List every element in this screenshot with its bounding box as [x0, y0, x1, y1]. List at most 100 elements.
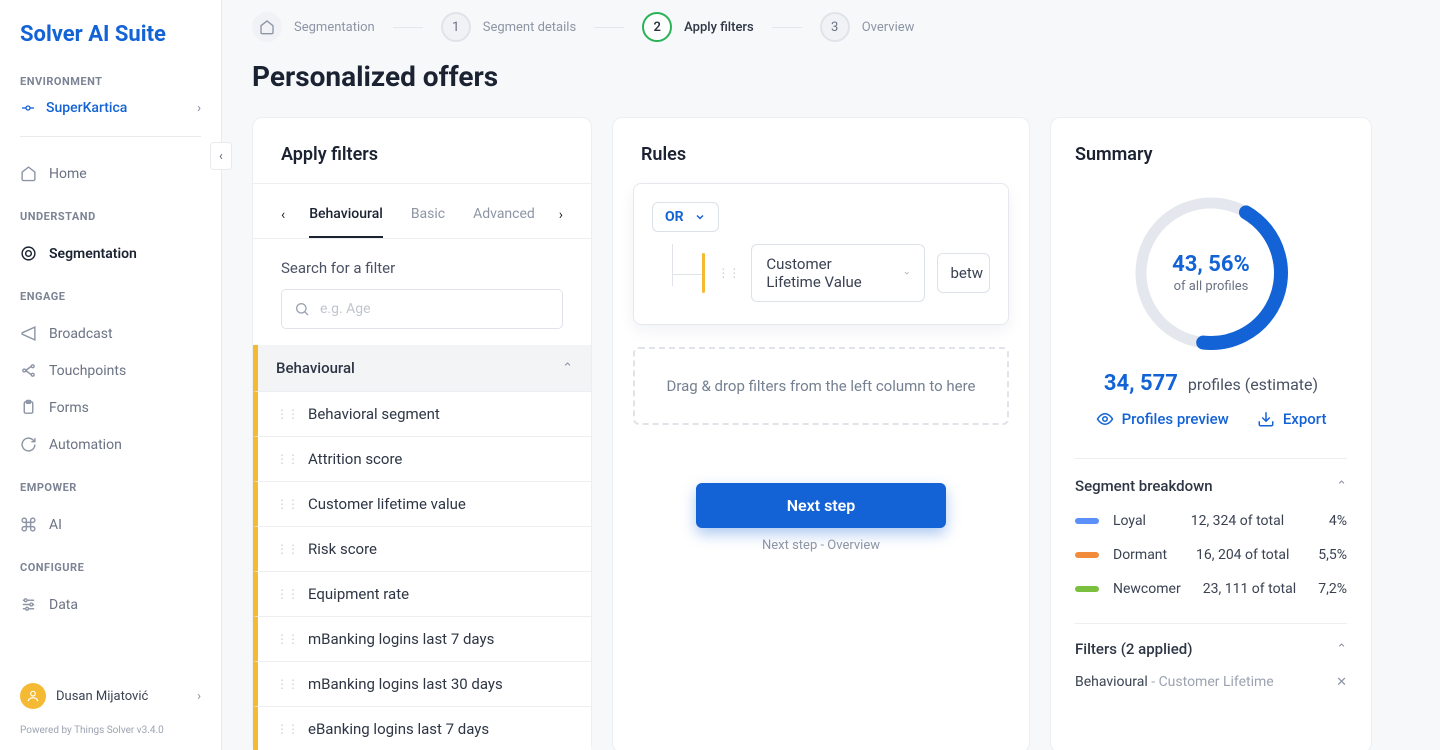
drag-handle-icon: ⋮⋮: [276, 587, 298, 601]
gauge-chart: 43, 56% of all profiles: [1131, 193, 1291, 353]
environment-select[interactable]: SuperKartica ›: [20, 100, 201, 137]
applied-filter-row: Behavioural - Customer Lifetime ✕: [1075, 674, 1347, 690]
filter-item[interactable]: ⋮⋮Attrition score: [253, 437, 591, 482]
sidebar-item-automation[interactable]: Automation: [20, 426, 201, 463]
powered-by: Powered by Things Solver v3.4.0: [20, 725, 201, 736]
configure-label: CONFIGURE: [20, 561, 201, 574]
legend-swatch: [1075, 518, 1099, 524]
tree-line: [672, 274, 702, 275]
tree-line: [672, 244, 673, 286]
command-icon: [20, 516, 37, 533]
sidebar-item-home[interactable]: Home: [20, 155, 201, 192]
git-commit-icon: [20, 100, 36, 116]
user-menu[interactable]: Dusan Mijatović ›: [20, 683, 201, 709]
chevron-up-icon: ⌃: [1336, 642, 1347, 657]
stepper-divider: [772, 27, 802, 28]
export-button[interactable]: Export: [1257, 410, 1327, 428]
filter-item[interactable]: ⋮⋮mBanking logins last 7 days: [253, 617, 591, 662]
refresh-icon: [20, 436, 37, 453]
breadcrumb-stepper: Segmentation 1 Segment details 2 Apply f…: [252, 12, 1410, 42]
main-content: Segmentation 1 Segment details 2 Apply f…: [222, 0, 1440, 750]
drag-handle-icon: ⋮⋮: [276, 497, 298, 511]
chevron-down-icon: [694, 211, 706, 223]
legend-swatch: [1075, 586, 1099, 592]
drag-handle-icon: ⋮⋮: [276, 452, 298, 466]
segment-breakdown-toggle[interactable]: Segment breakdown ⌃: [1075, 458, 1347, 495]
logic-operator-select[interactable]: OR: [652, 202, 719, 232]
apply-filters-panel: Apply filters ‹ Behavioural Basic Advanc…: [252, 117, 592, 750]
filter-item[interactable]: ⋮⋮Customer lifetime value: [253, 482, 591, 527]
drag-handle-icon: ⋮⋮: [276, 632, 298, 646]
gauge-percent: 43, 56%: [1172, 252, 1250, 277]
home-icon: [20, 165, 37, 182]
megaphone-icon: [20, 325, 37, 342]
page-title: Personalized offers: [252, 60, 1410, 93]
sidebar-item-touchpoints[interactable]: Touchpoints: [20, 352, 201, 389]
rule-accent: [702, 253, 705, 293]
engage-label: ENGAGE: [20, 290, 201, 303]
drag-handle-icon: ⋮⋮: [276, 407, 298, 421]
environment-value: SuperKartica: [46, 100, 127, 116]
filter-item[interactable]: ⋮⋮Equipment rate: [253, 572, 591, 617]
filter-group-behavioural[interactable]: Behavioural ⌃: [253, 345, 591, 392]
sidebar-item-segmentation[interactable]: Segmentation: [20, 235, 201, 272]
brand-title: Solver AI Suite: [20, 22, 201, 47]
rules-panel: Rules OR ⋮⋮ Customer Lifeti: [612, 117, 1030, 750]
filter-item[interactable]: ⋮⋮mBanking logins last 30 days: [253, 662, 591, 707]
gauge-sublabel: of all profiles: [1174, 279, 1249, 294]
eye-icon: [1096, 410, 1114, 428]
drag-handle-icon: ⋮⋮: [276, 677, 298, 691]
next-step-hint: Next step - Overview: [633, 538, 1009, 553]
download-icon: [1257, 410, 1275, 428]
sidebar-item-broadcast[interactable]: Broadcast: [20, 315, 201, 352]
profiles-preview-button[interactable]: Profiles preview: [1096, 410, 1229, 428]
sidebar-item-ai[interactable]: AI: [20, 506, 201, 543]
filters-applied-toggle[interactable]: Filters (2 applied) ⌃: [1075, 623, 1347, 658]
next-step-button[interactable]: Next step: [696, 483, 946, 528]
stepper-step-1[interactable]: 1 Segment details: [441, 12, 576, 42]
sliders-icon: [20, 596, 37, 613]
sidebar-item-data[interactable]: Data: [20, 586, 201, 623]
tab-prev[interactable]: ‹: [281, 207, 285, 237]
tab-next[interactable]: ›: [559, 207, 563, 237]
filter-item[interactable]: ⋮⋮eBanking logins last 7 days: [253, 707, 591, 750]
sidebar-item-forms[interactable]: Forms: [20, 389, 201, 426]
filter-item[interactable]: ⋮⋮Behavioral segment: [253, 392, 591, 437]
stepper-home[interactable]: Segmentation: [252, 12, 375, 42]
search-label: Search for a filter: [281, 259, 563, 277]
apply-filters-title: Apply filters: [253, 144, 591, 184]
stepper-divider: [594, 27, 624, 28]
tab-basic[interactable]: Basic: [411, 206, 445, 238]
tab-behavioural[interactable]: Behavioural: [309, 206, 383, 238]
search-input[interactable]: [320, 301, 550, 317]
legend-swatch: [1075, 552, 1099, 558]
user-icon: [26, 689, 40, 703]
drag-handle-icon[interactable]: ⋮⋮: [717, 266, 739, 280]
rule-field-select[interactable]: Customer Lifetime Value: [751, 244, 925, 302]
breakdown-row: Loyal12, 324 of total4%: [1075, 513, 1347, 529]
tab-advanced[interactable]: Advanced: [473, 206, 535, 238]
filter-item[interactable]: ⋮⋮Risk score: [253, 527, 591, 572]
close-icon[interactable]: ✕: [1336, 675, 1347, 690]
rule-operator-select[interactable]: betw: [937, 253, 990, 293]
avatar: [20, 683, 46, 709]
chevron-up-icon: ⌃: [562, 361, 573, 376]
rules-dropzone[interactable]: Drag & drop filters from the left column…: [633, 347, 1009, 425]
breakdown-row: Newcomer23, 111 of total7,2%: [1075, 581, 1347, 597]
chevron-right-icon: ›: [197, 689, 201, 704]
rule-group: OR ⋮⋮ Customer Lifetime Value: [633, 183, 1009, 325]
home-icon: [259, 19, 275, 35]
stepper-step-2[interactable]: 2 Apply filters: [642, 12, 754, 42]
summary-title: Summary: [1075, 144, 1347, 183]
stepper-step-3[interactable]: 3 Overview: [820, 12, 915, 42]
user-name: Dusan Mijatović: [56, 689, 148, 704]
environment-label: ENVIRONMENT: [20, 75, 201, 88]
drag-handle-icon: ⋮⋮: [276, 542, 298, 556]
clipboard-icon: [20, 399, 37, 416]
chevron-right-icon: ›: [197, 101, 201, 116]
rules-title: Rules: [633, 144, 1009, 183]
sidebar-collapse-toggle[interactable]: ‹: [210, 142, 232, 170]
profiles-estimate: 34, 577 profiles (estimate): [1075, 371, 1347, 396]
chevron-down-icon: [903, 267, 910, 279]
understand-label: UNDERSTAND: [20, 210, 201, 223]
